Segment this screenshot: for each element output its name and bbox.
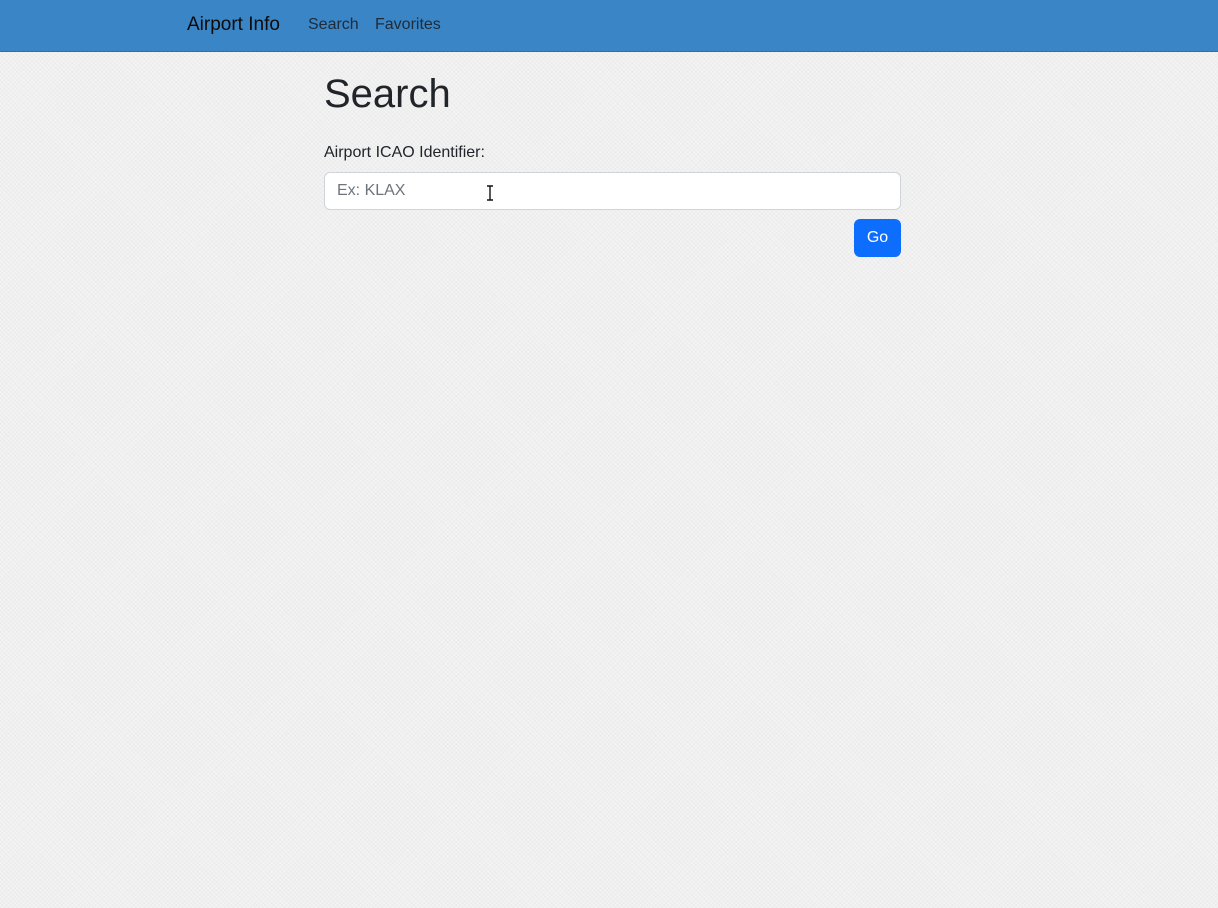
go-button[interactable]: Go	[854, 219, 901, 257]
nav-link-favorites[interactable]: Favorites	[375, 15, 441, 35]
icao-input-wrapper	[324, 172, 901, 210]
page-title: Search	[324, 72, 451, 116]
icao-search-input[interactable]	[324, 172, 901, 210]
main-content: Search Airport ICAO Identifier: Go	[324, 66, 901, 257]
brand-link[interactable]: Airport Info	[187, 13, 280, 37]
icao-field-label: Airport ICAO Identifier:	[324, 144, 485, 161]
nav-link-search[interactable]: Search	[308, 15, 359, 35]
top-navbar: Airport Info Search Favorites	[0, 0, 1218, 52]
